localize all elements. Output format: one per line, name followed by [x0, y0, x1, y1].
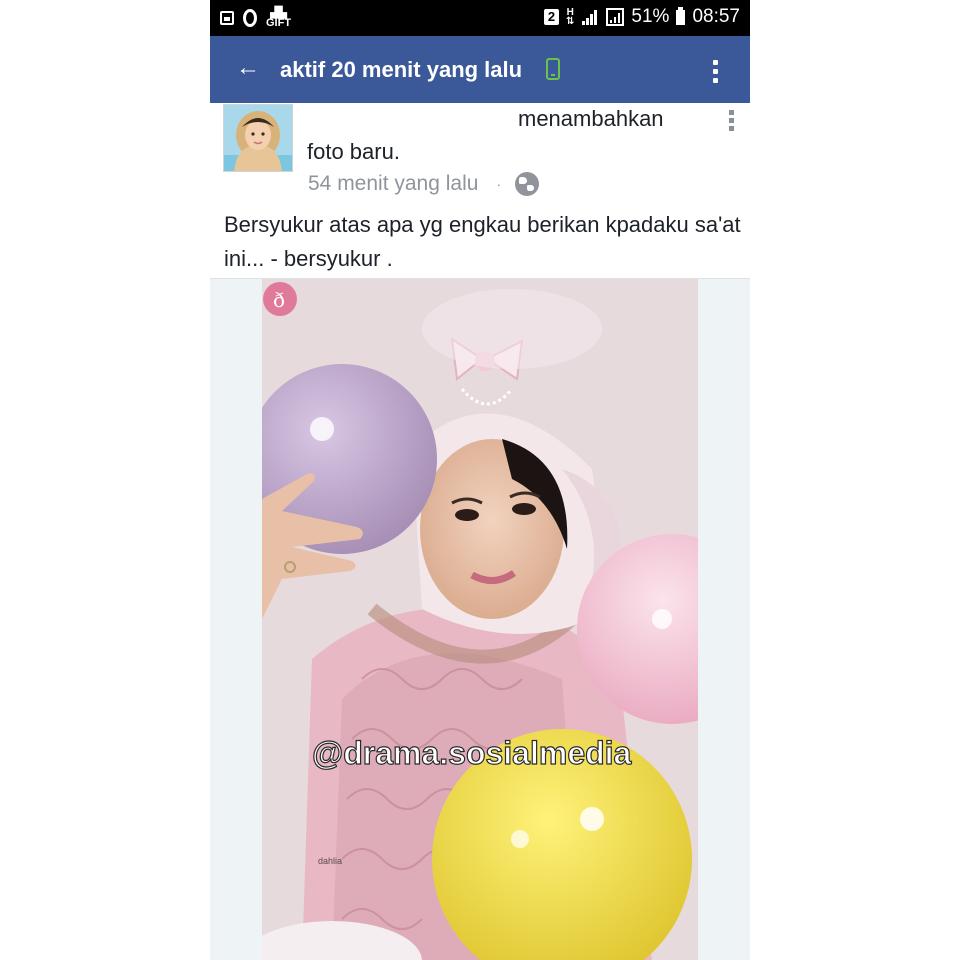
post-caption: Bersyukur atas apa yg engkau berikan kpa… — [224, 212, 741, 271]
app-bar: ← aktif 20 menit yang lalu — [210, 36, 750, 103]
clock: 08:57 — [692, 6, 740, 27]
post-options-icon[interactable] — [729, 110, 734, 131]
watermark-text: @drama.sosialmedia — [312, 735, 632, 771]
avatar[interactable] — [223, 104, 293, 172]
more-vert-icon[interactable] — [713, 60, 718, 83]
signal-icon — [581, 9, 599, 25]
post-headline: menambahkan — [518, 106, 664, 131]
globe-icon[interactable] — [515, 172, 540, 196]
battery-percent: 51% — [631, 6, 670, 27]
post-photo[interactable]: ð @drama.sosialmedia dahlia — [262, 279, 698, 960]
meta-separator: · — [496, 176, 502, 192]
post-time[interactable]: 54 menit yang lalu — [308, 172, 478, 196]
active-status-title: aktif 20 menit yang lalu — [280, 57, 523, 82]
svg-text:ð: ð — [273, 288, 285, 312]
post-meta: 54 menit yang lalu · — [308, 172, 540, 196]
gallery-icon — [220, 11, 234, 25]
battery-icon — [676, 6, 686, 25]
photo-container: ð @drama.sosialmedia dahlia — [210, 278, 750, 960]
photo-small-label: dahlia — [318, 856, 342, 866]
opera-icon — [243, 9, 257, 27]
sim-badge: 2 — [544, 9, 560, 25]
mobile-phone-icon — [546, 58, 560, 80]
network-type-icon: H ⇅ — [566, 7, 575, 27]
signal-sim2-icon — [606, 8, 625, 26]
status-bar: ▟▙ GIFT 2 H ⇅ 51% 08:57 — [210, 0, 750, 36]
arrow-left-icon[interactable]: ← — [236, 56, 260, 80]
post-headline-line2: foto baru. — [307, 139, 400, 164]
gift-icon: ▟▙ GIFT — [266, 7, 292, 29]
phone-screen: ▟▙ GIFT 2 H ⇅ 51% 08:57 ← aktif 20 menit y… — [210, 0, 750, 960]
